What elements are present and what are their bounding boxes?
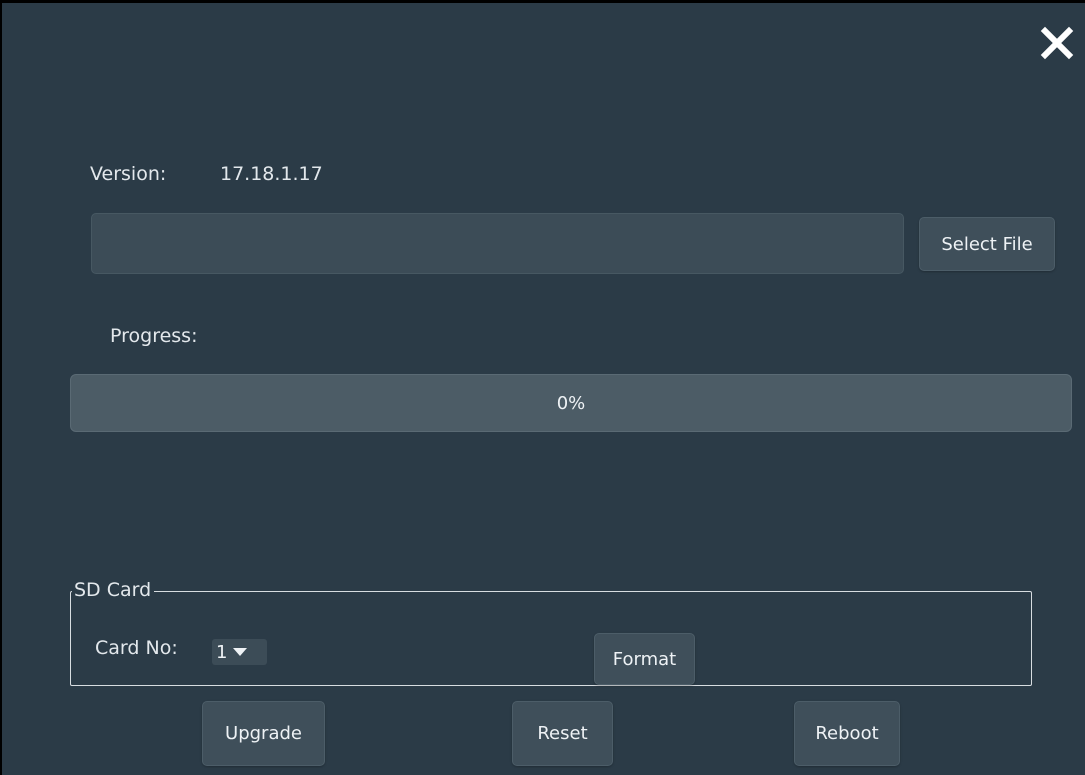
progress-bar: 0% bbox=[70, 374, 1072, 432]
version-label: Version: bbox=[90, 163, 167, 185]
card-no-value: 1 bbox=[216, 641, 228, 663]
progress-text: 0% bbox=[556, 392, 586, 414]
upgrade-dialog: Version: 17.18.1.17 Select File Progress… bbox=[0, 0, 1085, 775]
format-button[interactable]: Format bbox=[594, 633, 695, 685]
reboot-button[interactable]: Reboot bbox=[794, 701, 900, 766]
reset-button[interactable]: Reset bbox=[512, 701, 613, 766]
card-no-select[interactable]: 1 bbox=[212, 639, 267, 665]
close-icon bbox=[1040, 26, 1074, 60]
card-no-label: Card No: bbox=[95, 637, 178, 659]
version-value: 17.18.1.17 bbox=[220, 163, 323, 185]
progress-label: Progress: bbox=[110, 325, 198, 347]
select-file-button[interactable]: Select File bbox=[919, 217, 1055, 271]
file-path-input[interactable] bbox=[91, 213, 904, 274]
upgrade-button[interactable]: Upgrade bbox=[202, 701, 325, 766]
close-button[interactable] bbox=[1037, 23, 1077, 63]
dropdown-arrow-icon bbox=[233, 648, 248, 656]
sd-card-group-title: SD Card bbox=[72, 579, 155, 601]
